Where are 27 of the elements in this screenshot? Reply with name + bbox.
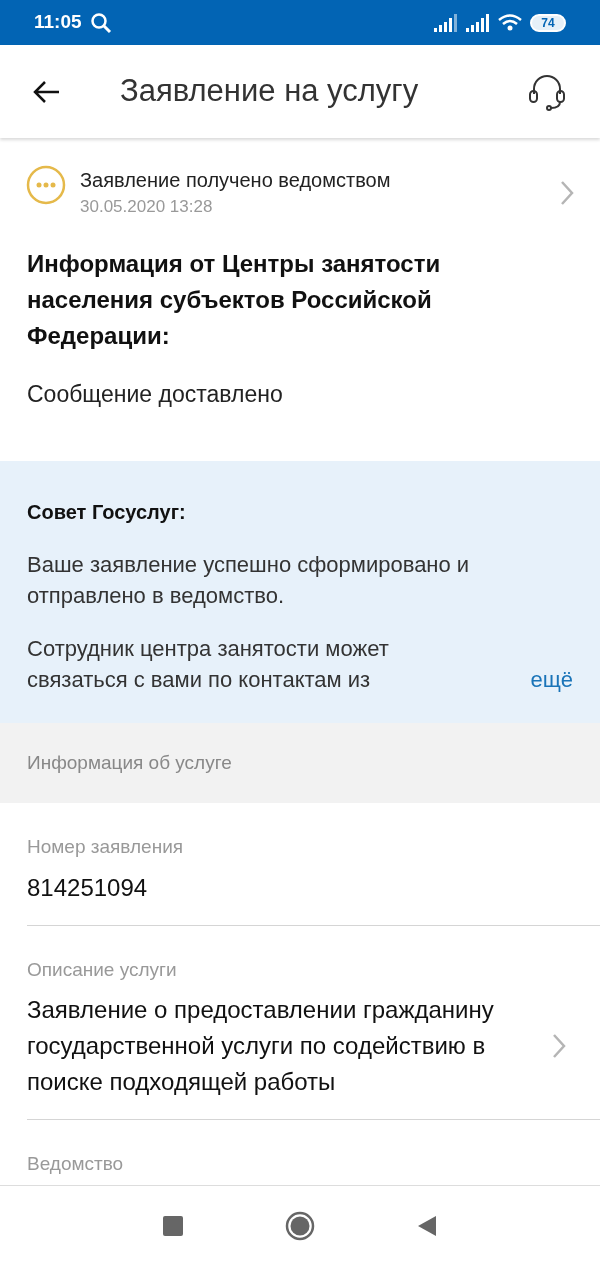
info-heading: Информация от Центры занятости населения субъектов Российской Федерации: xyxy=(27,248,442,351)
chevron-right-icon xyxy=(552,1033,566,1059)
pending-status-icon xyxy=(26,165,66,205)
tip-paragraph: Сотрудник центра занятости может связаться с вами по контактам из xyxy=(27,635,390,694)
section-title: Информация об услуге xyxy=(27,750,232,775)
status-date: 30.05.2020 13:28 xyxy=(80,196,214,218)
tip-heading: Совет Госуслуг: xyxy=(27,500,187,525)
signal-icon xyxy=(466,13,490,32)
info-message: Сообщение доставлено xyxy=(27,379,284,409)
chevron-right-icon xyxy=(560,179,574,206)
more-link[interactable]: ещё xyxy=(530,664,573,695)
wifi-icon xyxy=(498,13,522,32)
field-label: Номер заявления xyxy=(27,835,185,859)
home-button[interactable] xyxy=(285,1210,315,1241)
recents-button[interactable] xyxy=(161,1213,185,1238)
field-label: Описание услуги xyxy=(27,957,178,982)
status-row[interactable]: Заявление получено ведомством 30.05.2020 13:28 xyxy=(0,138,600,234)
signal-icon xyxy=(434,13,458,32)
field-value: Заявление о предоставлении гражданину государственной услуги по содействию в поиске подходящей работы xyxy=(27,995,495,1097)
clock: 11:05 xyxy=(34,10,82,35)
search-icon xyxy=(89,11,112,34)
status-text: Заявление получено ведомством xyxy=(80,168,392,193)
field-value: 814251094 xyxy=(27,872,149,903)
screen-title: Заявление на услугу xyxy=(120,72,420,111)
battery-indicator: 74 xyxy=(530,13,566,32)
tip-paragraph: Ваше заявление успешно сформировано и отправлено в ведомство. xyxy=(27,551,471,610)
field-label: Ведомство xyxy=(27,1152,125,1176)
